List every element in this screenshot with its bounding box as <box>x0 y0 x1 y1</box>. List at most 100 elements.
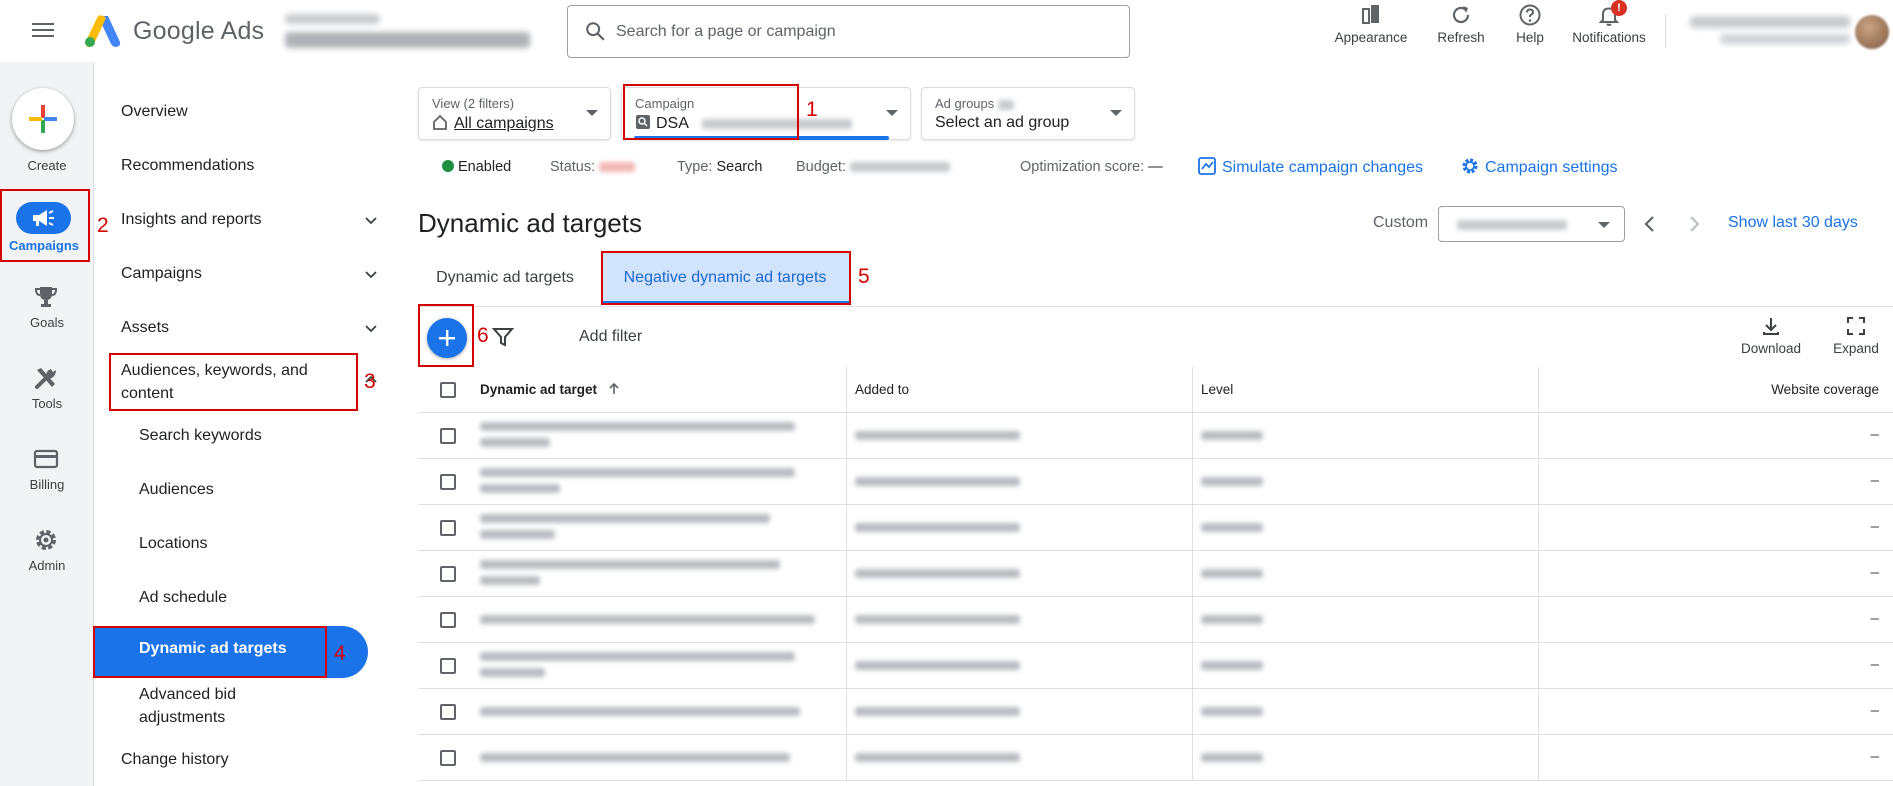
nav-advanced-bid-label-2: adjustments <box>139 709 226 726</box>
appearance-button[interactable]: Appearance <box>1333 3 1409 53</box>
column-divider <box>1192 367 1193 412</box>
level-blur <box>1201 615 1263 624</box>
website-coverage-value: – <box>1870 518 1879 535</box>
search-box[interactable] <box>567 5 1130 58</box>
page-title: Dynamic ad targets <box>418 208 642 238</box>
column-divider <box>1538 643 1539 688</box>
ad-groups-count-blur <box>997 99 1014 110</box>
campaign-settings-link[interactable]: Campaign settings <box>1461 157 1618 177</box>
table-row[interactable]: – <box>418 689 1893 735</box>
search-campaign-icon <box>636 115 650 129</box>
dropdown-caret-icon <box>586 110 598 116</box>
target-url-blur <box>480 707 800 716</box>
table-row[interactable]: – <box>418 643 1893 689</box>
annotation-number-6: 6 <box>477 324 489 347</box>
create-button[interactable] <box>12 88 74 150</box>
search-input[interactable] <box>616 16 1106 48</box>
avatar[interactable] <box>1855 15 1889 49</box>
nav-item-dynamic-ad-targets[interactable]: Dynamic ad targets <box>95 626 368 678</box>
expand-button[interactable]: Expand <box>1828 315 1884 356</box>
nav-advanced-bid-label-1: Advanced bid <box>139 686 236 703</box>
add-button[interactable] <box>427 318 467 358</box>
tab-dynamic-ad-targets[interactable]: Dynamic ad targets <box>415 252 595 304</box>
nav-item-overview[interactable]: Overview <box>121 100 381 123</box>
row-checkbox[interactable] <box>440 704 456 720</box>
table-row[interactable]: – <box>418 459 1893 505</box>
campaigns-rail-label: Campaigns <box>8 238 80 253</box>
table-row[interactable]: – <box>418 413 1893 459</box>
table-row[interactable]: – <box>418 597 1893 643</box>
nav-item-locations[interactable]: Locations <box>139 532 369 555</box>
row-checkbox[interactable] <box>440 658 456 674</box>
campaign-selector[interactable]: Campaign DSA <box>621 87 911 140</box>
rail-item-admin[interactable]: Admin <box>0 527 94 593</box>
table-row[interactable]: – <box>418 551 1893 597</box>
rail-item-goals[interactable]: Goals <box>0 284 94 350</box>
table-row[interactable]: – <box>418 505 1893 551</box>
chevron-right-icon[interactable] <box>1680 210 1708 238</box>
row-checkbox[interactable] <box>440 566 456 582</box>
budget-label: Budget: <box>796 159 846 175</box>
row-checkbox[interactable] <box>440 750 456 766</box>
column-divider <box>846 597 847 642</box>
website-coverage-value: – <box>1870 702 1879 719</box>
add-filter-button[interactable]: Add filter <box>579 328 642 346</box>
rail-item-billing[interactable]: Billing <box>0 446 94 512</box>
notifications-button[interactable]: Notifications <box>1565 3 1653 53</box>
column-header-dynamic-ad-target[interactable]: Dynamic ad target <box>480 382 621 397</box>
row-checkbox[interactable] <box>440 428 456 444</box>
enabled-dot-icon <box>442 160 454 172</box>
refresh-button[interactable]: Refresh <box>1431 3 1491 53</box>
select-all-checkbox[interactable] <box>440 382 456 398</box>
table-row[interactable]: – <box>418 735 1893 781</box>
enabled-status: Enabled <box>442 159 511 175</box>
row-checkbox[interactable] <box>440 520 456 536</box>
filter-icon[interactable] <box>492 327 514 347</box>
nav-item-recommendations[interactable]: Recommendations <box>121 154 381 177</box>
column-divider <box>846 459 847 504</box>
home-icon <box>433 114 447 130</box>
user-info[interactable] <box>1680 14 1850 50</box>
column-divider <box>846 735 847 780</box>
notification-badge: ! <box>1611 0 1627 16</box>
show-last-30-days-link[interactable]: Show last 30 days <box>1728 214 1858 232</box>
rail-item-tools[interactable]: Tools <box>0 365 94 431</box>
column-header-added-to[interactable]: Added to <box>855 382 909 397</box>
nav-item-audiences[interactable]: Audiences <box>139 478 369 501</box>
ad-groups-selector[interactable]: Ad groups Select an ad group <box>921 87 1135 140</box>
simulate-campaign-changes-link[interactable]: Simulate campaign changes <box>1198 157 1423 177</box>
added-to-blur <box>855 707 1020 716</box>
nav-item-ad-schedule[interactable]: Ad schedule <box>139 586 369 609</box>
nav-item-advanced-bid-adjustments[interactable]: Advanced bid adjustments <box>139 683 369 729</box>
account-selector[interactable] <box>285 14 535 50</box>
nav-item-assets[interactable]: Assets <box>121 316 381 339</box>
column-header-website-coverage[interactable]: Website coverage <box>1771 382 1879 397</box>
gear-icon <box>1462 158 1478 174</box>
nav-campaigns-label: Campaigns <box>121 265 202 282</box>
chevron-left-icon[interactable] <box>1636 210 1664 238</box>
sort-arrow-up-icon <box>609 382 619 394</box>
nav-item-change-history[interactable]: Change history <box>121 748 381 771</box>
nav-item-campaigns[interactable]: Campaigns <box>121 262 381 285</box>
view-selector[interactable]: View (2 filters) All campaigns <box>418 87 611 140</box>
campaign-status-row: Enabled Status: Type: Search Budget: Opt… <box>415 156 1893 180</box>
added-to-blur <box>855 615 1020 624</box>
date-range-selector[interactable] <box>1438 206 1625 242</box>
help-button[interactable]: Help <box>1508 3 1552 53</box>
target-url-blur <box>480 753 790 762</box>
tab-negative-dynamic-ad-targets[interactable]: Negative dynamic ad targets <box>601 252 849 304</box>
row-checkbox[interactable] <box>440 612 456 628</box>
row-checkbox[interactable] <box>440 474 456 490</box>
download-button[interactable]: Download <box>1735 315 1807 356</box>
menu-icon[interactable] <box>28 19 58 43</box>
level-blur <box>1201 523 1263 532</box>
help-icon <box>1519 4 1541 26</box>
nav-item-search-keywords[interactable]: Search keywords <box>139 424 369 447</box>
nav-item-audiences-keywords-content[interactable]: Audiences, keywords, and content <box>121 359 381 405</box>
optimization-field: Optimization score: — <box>1020 159 1163 175</box>
column-divider <box>1538 551 1539 596</box>
campaigns-pill[interactable] <box>16 202 71 234</box>
google-ads-logo[interactable] <box>84 14 122 48</box>
column-header-level[interactable]: Level <box>1201 382 1233 397</box>
nav-item-insights[interactable]: Insights and reports <box>121 208 381 231</box>
